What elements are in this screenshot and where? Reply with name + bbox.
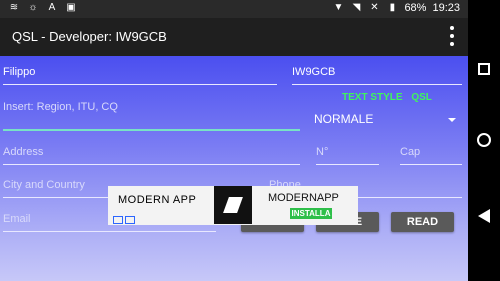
cap-placeholder: Cap <box>400 146 421 158</box>
callsign-value: IW9GCB <box>292 66 336 78</box>
battery-percent: 68% <box>404 2 427 14</box>
number-field[interactable]: N° <box>316 146 379 165</box>
text-style-suffix: QSL <box>411 92 432 103</box>
region-field[interactable]: Insert: Region, ITU, CQ <box>3 101 300 131</box>
dot-icon <box>450 42 454 46</box>
name-value: Filippo <box>3 66 36 78</box>
wifi-icon: ≋ <box>9 2 19 13</box>
status-right-icons: ▼ ◥ ✕ ▮ 68% 19:23 <box>332 2 460 14</box>
time: 19:23 <box>432 2 460 14</box>
number-placeholder: N° <box>316 146 329 158</box>
close-icon: ✕ <box>370 2 379 13</box>
ad-info-icon <box>113 216 123 224</box>
wifi-icon: ◥ <box>352 2 361 13</box>
install-button[interactable]: INSTALLA <box>290 208 332 219</box>
battery-icon: ▮ <box>389 2 396 13</box>
back-icon[interactable] <box>478 209 490 223</box>
ad-choices-icon[interactable] <box>113 216 137 224</box>
ad-close-icon <box>125 216 135 224</box>
app-bar: QSL - Developer: IW9GCB <box>0 18 468 56</box>
text-style-label: TEXT STYLE QSL <box>342 92 432 103</box>
email-placeholder: Email <box>3 213 31 225</box>
text-style-text: TEXT STYLE <box>342 92 403 103</box>
overflow-menu-button[interactable] <box>448 26 456 46</box>
dot-icon <box>450 26 454 30</box>
modernapp-logo-icon <box>214 186 252 224</box>
brightness-icon: ☼ <box>28 2 38 13</box>
ad-brand-name: MODERNAPP <box>268 192 339 204</box>
read-button[interactable]: READ <box>391 212 454 232</box>
city-placeholder: City and Country <box>3 179 85 191</box>
signal-icon: ▼ <box>333 2 344 13</box>
cap-field[interactable]: Cap <box>400 146 462 165</box>
qsl-form: Filippo IW9GCB Insert: Region, ITU, CQ T… <box>0 56 468 281</box>
name-field[interactable]: Filippo <box>3 66 277 85</box>
translate-icon: A <box>48 2 56 13</box>
home-icon[interactable] <box>477 133 491 147</box>
clipboard-icon: ▣ <box>66 2 76 13</box>
chevron-down-icon <box>448 118 456 122</box>
dot-icon <box>450 34 454 38</box>
recents-icon[interactable] <box>478 63 490 75</box>
callsign-field[interactable]: IW9GCB <box>292 66 462 85</box>
text-style-spinner[interactable]: NORMALE <box>314 110 462 130</box>
text-style-selected: NORMALE <box>314 112 374 126</box>
ad-brand-left: MODERN APP <box>118 194 197 206</box>
ad-banner[interactable]: MODERN APP MODERNAPP INSTALLA <box>108 186 358 225</box>
status-bar: ≋ ☼ A ▣ ▼ ◥ ✕ ▮ 68% 19:23 <box>0 0 468 18</box>
region-placeholder: Insert: Region, ITU, CQ <box>3 101 118 113</box>
navigation-bar <box>468 0 500 281</box>
app-title: QSL - Developer: IW9GCB <box>12 29 167 44</box>
status-left-icons: ≋ ☼ A ▣ <box>8 2 77 14</box>
address-placeholder: Address <box>3 146 44 158</box>
address-field[interactable]: Address <box>3 146 300 165</box>
